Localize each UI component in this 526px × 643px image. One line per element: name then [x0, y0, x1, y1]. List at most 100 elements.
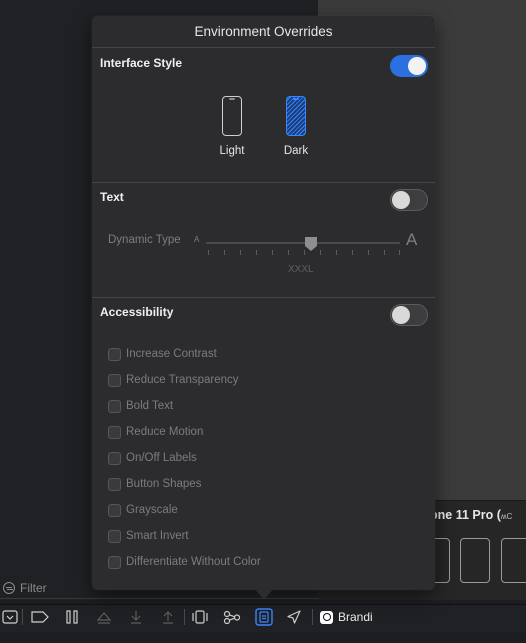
slider-thumb[interactable] [304, 236, 318, 252]
dynamic-type-label: Dynamic Type [108, 234, 181, 246]
pause-icon [66, 610, 78, 624]
option-smart-invert[interactable]: Smart Invert [108, 528, 189, 544]
option-label: Differentiate Without Color [126, 556, 261, 568]
slider-tick [224, 250, 225, 255]
toolbar-separator [312, 609, 313, 625]
environment-overrides-button[interactable] [254, 606, 274, 628]
popover-title: Environment Overrides [194, 24, 333, 39]
toggle-knob [392, 191, 410, 209]
device-title: one 11 Pro (ʍC [430, 508, 513, 522]
title-divider [92, 47, 435, 48]
location-arrow-icon [287, 610, 301, 624]
device-badge: ʍC [500, 512, 513, 521]
option-label: Button Shapes [126, 478, 202, 490]
option-label: Grayscale [126, 504, 178, 516]
environment-overrides-icon [255, 608, 273, 626]
option-reduce-transparency[interactable]: Reduce Transparency [108, 372, 239, 388]
checkbox[interactable] [108, 555, 121, 569]
toolbar-separator [184, 609, 185, 625]
option-label: Reduce Transparency [126, 374, 239, 386]
checkbox[interactable] [108, 451, 121, 465]
small-text-glyph: A [194, 235, 200, 244]
view-hierarchy-button[interactable] [190, 606, 210, 628]
memory-graph-button[interactable] [222, 606, 242, 628]
checkbox[interactable] [108, 425, 121, 439]
checkbox[interactable] [108, 503, 121, 517]
device-thumbnail[interactable] [501, 538, 526, 583]
large-text-glyph: A [406, 230, 418, 249]
hide-debug-area-button[interactable] [0, 606, 20, 628]
text-toggle[interactable] [390, 189, 428, 211]
checkbox[interactable] [108, 477, 121, 491]
option-button-shapes[interactable]: Button Shapes [108, 476, 201, 492]
slider-tick [208, 250, 209, 255]
step-into-icon [131, 611, 141, 624]
slider-tick [256, 250, 257, 255]
dark-phone-icon [286, 96, 306, 136]
option-differentiate-without-color[interactable]: Differentiate Without Color [108, 554, 261, 570]
slider-tick [288, 250, 289, 255]
option-label: On/Off Labels [126, 452, 197, 464]
option-bold-text[interactable]: Bold Text [108, 398, 173, 414]
pause-button[interactable] [62, 606, 82, 628]
step-out-button[interactable] [158, 606, 178, 628]
toolbar-separator [22, 609, 23, 625]
filter-bar[interactable]: Filter [0, 578, 92, 598]
option-label: Reduce Motion [126, 426, 204, 438]
option-grayscale[interactable]: Grayscale [108, 502, 178, 518]
toggle-knob [408, 57, 426, 75]
slider-tick [352, 250, 353, 255]
environment-overrides-popover: Environment Overrides Interface Style Li… [92, 16, 435, 590]
checkbox[interactable] [108, 373, 121, 387]
toggle-knob [392, 306, 410, 324]
slider-tick [272, 250, 273, 255]
accessibility-title: Accessibility [100, 305, 174, 319]
simulate-location-button[interactable] [284, 606, 304, 628]
popover-arrow [254, 588, 274, 600]
dynamic-type-value: XXXL [288, 264, 314, 275]
checkbox[interactable] [108, 347, 121, 361]
target-app[interactable]: Brandi [320, 607, 373, 627]
slider-tick [320, 250, 321, 255]
option-label: Increase Contrast [126, 348, 217, 360]
breakpoints-button[interactable] [30, 606, 50, 628]
memory-graph-icon [223, 610, 241, 624]
option-increase-contrast[interactable]: Increase Contrast [108, 346, 217, 362]
option-on-off-labels[interactable]: On/Off Labels [108, 450, 197, 466]
style-option-light[interactable]: Light [212, 96, 252, 157]
option-label: Bold Text [126, 400, 174, 412]
xcode-window: one 11 Pro (ʍC Filter Brandi Environment… [0, 0, 526, 643]
option-reduce-motion[interactable]: Reduce Motion [108, 424, 203, 440]
light-phone-icon [222, 96, 242, 136]
filter-placeholder: Filter [20, 581, 47, 595]
step-into-button[interactable] [126, 606, 146, 628]
debug-area-icon [2, 610, 18, 624]
accessibility-toggle[interactable] [390, 304, 428, 326]
slider-tick [399, 250, 400, 255]
device-thumbnail[interactable] [460, 538, 490, 583]
slider-tick [384, 250, 385, 255]
view-debugger-icon [192, 610, 208, 624]
option-label: Smart Invert [126, 530, 189, 542]
app-name: Brandi [338, 610, 373, 624]
slider-tick [304, 250, 305, 255]
step-over-button[interactable] [94, 606, 114, 628]
breakpoint-icon [31, 611, 49, 623]
step-over-icon [96, 612, 112, 624]
checkbox[interactable] [108, 399, 121, 413]
step-out-icon [163, 611, 173, 624]
slider-tick [240, 250, 241, 255]
text-title: Text [100, 190, 124, 204]
filter-icon [3, 582, 15, 594]
checkbox[interactable] [108, 529, 121, 543]
slider-tick [336, 250, 337, 255]
dynamic-type-slider[interactable] [206, 242, 400, 244]
app-icon [320, 610, 333, 624]
style-option-dark[interactable]: Dark [276, 96, 316, 157]
slider-tick [368, 250, 369, 255]
style-label-light: Light [219, 145, 245, 157]
interface-style-toggle[interactable] [390, 55, 428, 77]
style-label-dark: Dark [283, 145, 309, 157]
section-divider [92, 182, 435, 183]
interface-style-title: Interface Style [100, 56, 183, 70]
